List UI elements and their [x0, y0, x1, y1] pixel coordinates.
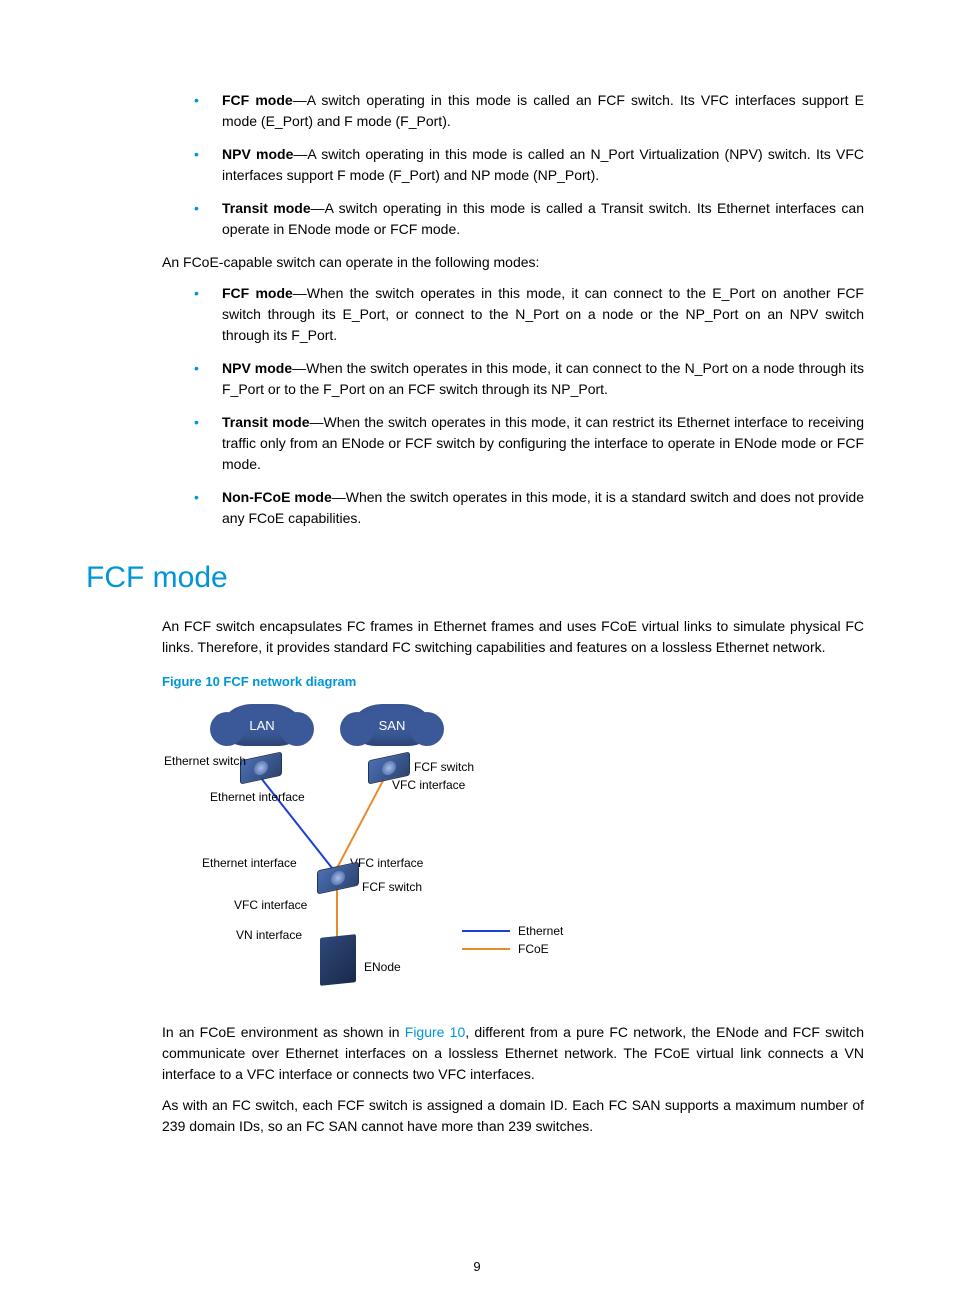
vn-interface-label: VN interface: [236, 926, 302, 944]
paragraph: An FCoE-capable switch can operate in th…: [162, 252, 864, 273]
enode-server-icon: [320, 934, 356, 986]
mode-name: NPV mode: [222, 360, 292, 376]
vfc-interface-top-label: VFC interface: [392, 776, 465, 794]
vfc-interface-mid-label: VFC interface: [350, 854, 423, 872]
ethernet-interface-mid-label: Ethernet interface: [202, 854, 297, 872]
legend-fcoe-line: [462, 948, 510, 950]
legend-ethernet-line: [462, 930, 510, 932]
mode-desc: —When the switch operates in this mode, …: [222, 285, 864, 343]
list-item: Transit mode—When the switch operates in…: [194, 412, 864, 475]
figure-caption: Figure 10 FCF network diagram: [162, 672, 864, 692]
lan-label: LAN: [249, 718, 274, 733]
page-content: FCF mode—A switch operating in this mode…: [162, 90, 864, 529]
legend-ethernet-label: Ethernet: [518, 922, 563, 940]
mode-desc: —When the switch operates in this mode, …: [222, 414, 864, 472]
ethernet-interface-top-label: Ethernet interface: [210, 788, 305, 806]
mode-name: Transit mode: [222, 414, 310, 430]
page-number: 9: [90, 1257, 864, 1277]
figure-link[interactable]: Figure 10: [405, 1024, 465, 1040]
fcf-network-diagram: LAN SAN Ethernet switch FCF switch Ether…: [162, 698, 632, 998]
mode-name: FCF mode: [222, 285, 293, 301]
mode-desc: —When the switch operates in this mode, …: [222, 360, 864, 397]
ethernet-switch-label: Ethernet switch: [164, 752, 236, 770]
list-item: FCF mode—A switch operating in this mode…: [194, 90, 864, 132]
paragraph: As with an FC switch, each FCF switch is…: [162, 1095, 864, 1137]
vfc-interface-bottom-label: VFC interface: [234, 896, 307, 914]
mode-desc: —A switch operating in this mode is call…: [222, 146, 864, 183]
san-cloud-icon: SAN: [352, 704, 432, 746]
list-item: Transit mode—A switch operating in this …: [194, 198, 864, 240]
mode-name: Non-FCoE mode: [222, 489, 332, 505]
paragraph: In an FCoE environment as shown in Figur…: [162, 1022, 864, 1085]
list-item: Non-FCoE mode—When the switch operates i…: [194, 487, 864, 529]
mode-name: Transit mode: [222, 200, 311, 216]
fcf-switch-mid-icon: [317, 861, 359, 894]
list-item: FCF mode—When the switch operates in thi…: [194, 283, 864, 346]
list-item: NPV mode—A switch operating in this mode…: [194, 144, 864, 186]
san-label: SAN: [379, 718, 406, 733]
mode-list-1: FCF mode—A switch operating in this mode…: [162, 90, 864, 240]
enode-label: ENode: [364, 958, 401, 976]
paragraph: An FCF switch encapsulates FC frames in …: [162, 616, 864, 658]
legend-fcoe-label: FCoE: [518, 940, 549, 958]
mode-desc: —A switch operating in this mode is call…: [222, 92, 864, 129]
mode-name: FCF mode: [222, 92, 293, 108]
section-heading: FCF mode: [86, 555, 864, 600]
fcf-switch-top-label: FCF switch: [414, 758, 474, 776]
mode-list-2: FCF mode—When the switch operates in thi…: [162, 283, 864, 529]
section-body: An FCF switch encapsulates FC frames in …: [162, 616, 864, 1137]
mode-name: NPV mode: [222, 146, 293, 162]
text: In an FCoE environment as shown in: [162, 1024, 405, 1040]
ethernet-switch-icon: [240, 751, 282, 784]
fcf-switch-mid-label: FCF switch: [362, 878, 422, 896]
mode-desc: —A switch operating in this mode is call…: [222, 200, 864, 237]
lan-cloud-icon: LAN: [222, 704, 302, 746]
list-item: NPV mode—When the switch operates in thi…: [194, 358, 864, 400]
